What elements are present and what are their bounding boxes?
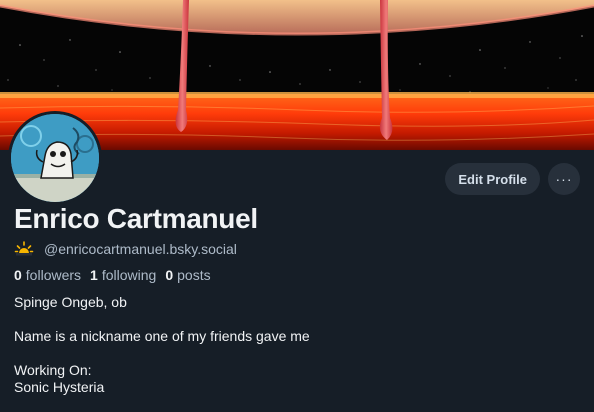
following-label: following	[101, 267, 157, 283]
followers-link[interactable]: 0 followers	[14, 267, 81, 283]
followers-label: followers	[25, 267, 82, 283]
avatar[interactable]	[8, 111, 102, 205]
bio-line: Spinge Ongeb, ob	[14, 294, 127, 310]
followers-count: 0	[14, 267, 22, 283]
handle-text[interactable]: @enricocartmanuel.bsky.social	[44, 241, 237, 257]
bio-line: Name is a nickname one of my friends gav…	[14, 328, 310, 344]
more-options-button[interactable]: ···	[548, 163, 580, 195]
following-count: 1	[90, 267, 98, 283]
profile-bio: Spinge Ongeb, ob Name is a nickname one …	[14, 294, 310, 396]
profile-page: Edit Profile ··· Enrico Cartmanuel @enri…	[0, 0, 594, 412]
sponge-character-avatar	[11, 114, 99, 202]
ellipsis-icon: ···	[555, 171, 573, 187]
display-name: Enrico Cartmanuel	[14, 203, 258, 234]
posts-count: 0	[165, 267, 174, 283]
sun-emoji-icon	[14, 241, 34, 256]
posts-label: posts	[177, 267, 211, 283]
edit-profile-button[interactable]: Edit Profile	[445, 163, 540, 195]
bio-line: Working On:	[14, 362, 92, 378]
bio-line: Sonic Hysteria	[14, 379, 105, 395]
posts-link: 0 posts	[165, 267, 210, 283]
handle-row: @enricocartmanuel.bsky.social	[14, 239, 237, 259]
following-link[interactable]: 1 following	[90, 267, 156, 283]
profile-stats: 0 followers 1 following 0 posts	[14, 267, 211, 283]
profile-actions: Edit Profile ···	[445, 163, 580, 195]
